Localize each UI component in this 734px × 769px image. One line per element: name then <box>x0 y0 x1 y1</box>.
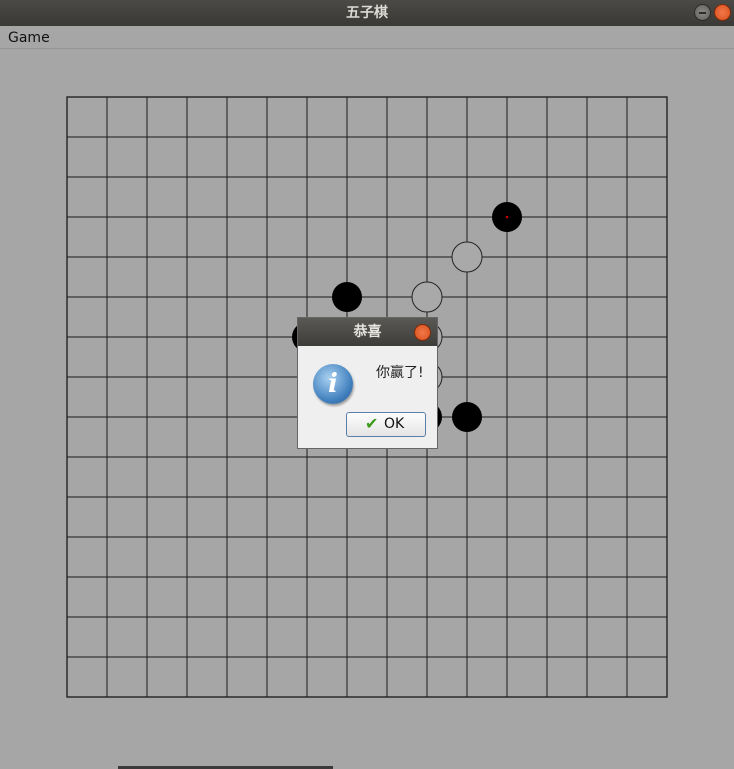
dialog-close-icon[interactable] <box>414 324 431 341</box>
black-stone <box>452 402 482 432</box>
ok-button[interactable]: ✔ OK <box>346 412 426 437</box>
window-titlebar: 五子棋 <box>0 0 734 26</box>
minimize-icon[interactable] <box>694 4 711 21</box>
checkmark-icon: ✔ <box>365 414 379 433</box>
ok-button-label: OK <box>384 416 405 432</box>
white-stone <box>411 281 443 313</box>
window-title: 五子棋 <box>346 5 388 21</box>
info-icon: i <box>313 364 353 404</box>
white-stone <box>451 241 483 273</box>
menu-game[interactable]: Game <box>8 26 50 50</box>
dialog-titlebar: 恭喜 <box>298 318 437 346</box>
dialog-title: 恭喜 <box>353 324 382 340</box>
close-window-icon[interactable] <box>714 4 731 21</box>
last-move-marker <box>505 215 509 219</box>
menu-bar: Game <box>0 26 734 49</box>
black-stone <box>332 282 362 312</box>
dialog-message: 你赢了! <box>376 365 424 381</box>
win-dialog: 恭喜 i 你赢了! ✔ OK <box>298 318 437 448</box>
